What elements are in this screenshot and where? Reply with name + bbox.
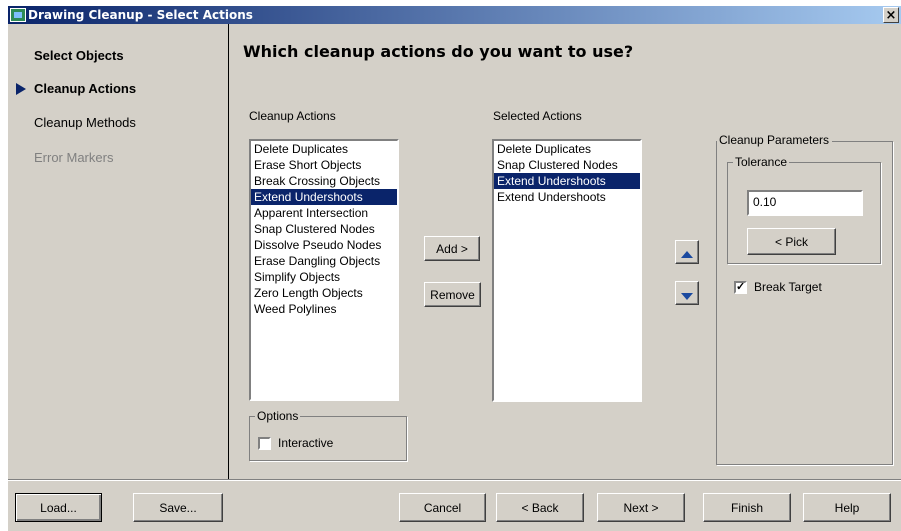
next-button[interactable]: Next >: [597, 493, 685, 522]
list-item[interactable]: Extend Undershoots: [251, 189, 397, 205]
help-button[interactable]: Help: [803, 493, 891, 522]
available-actions-label: Cleanup Actions: [249, 109, 336, 123]
drawing-cleanup-dialog: Drawing Cleanup - Select Actions × Selec…: [8, 6, 901, 531]
list-item[interactable]: Erase Short Objects: [251, 157, 397, 173]
list-item[interactable]: Erase Dangling Objects: [251, 253, 397, 269]
page-heading: Which cleanup actions do you want to use…: [243, 42, 634, 61]
break-target-label: Break Target: [754, 280, 822, 294]
tolerance-label: Tolerance: [733, 155, 790, 169]
title-bar: Drawing Cleanup - Select Actions ×: [8, 6, 901, 24]
footer-divider: [8, 479, 901, 481]
cancel-button[interactable]: Cancel: [399, 493, 486, 522]
step-cleanup-methods[interactable]: Cleanup Methods: [34, 115, 136, 130]
options-group: Options Interactive: [249, 409, 407, 461]
available-actions-list[interactable]: Delete Duplicates Erase Short Objects Brea…: [249, 139, 399, 401]
back-button[interactable]: < Back: [496, 493, 584, 522]
step-cleanup-actions[interactable]: Cleanup Actions: [34, 81, 136, 96]
finish-button[interactable]: Finish: [703, 493, 791, 522]
arrow-down-icon: [681, 292, 693, 300]
sidebar-divider: [228, 24, 229, 479]
remove-button[interactable]: Remove: [424, 282, 481, 307]
tolerance-input[interactable]: 0.10: [747, 190, 863, 216]
list-item[interactable]: Delete Duplicates: [494, 141, 640, 157]
options-group-label: Options: [255, 409, 301, 423]
list-item[interactable]: Extend Undershoots: [494, 173, 640, 189]
selected-actions-list[interactable]: Delete Duplicates Snap Clustered Nodes Ext…: [492, 139, 642, 402]
list-item[interactable]: Zero Length Objects: [251, 285, 397, 301]
list-item[interactable]: Simplify Objects: [251, 269, 397, 285]
selected-actions-label: Selected Actions: [493, 109, 582, 123]
move-down-button[interactable]: [675, 281, 699, 305]
list-item[interactable]: Break Crossing Objects: [251, 173, 397, 189]
step-select-objects[interactable]: Select Objects: [34, 48, 124, 63]
interactive-label: Interactive: [278, 436, 334, 450]
move-up-button[interactable]: [675, 240, 699, 264]
interactive-checkbox[interactable]: [258, 437, 271, 450]
window-title: Drawing Cleanup - Select Actions: [28, 8, 253, 22]
add-button[interactable]: Add >: [424, 236, 480, 261]
cleanup-parameters-label: Cleanup Parameters: [717, 133, 833, 147]
load-button[interactable]: Load...: [15, 493, 102, 522]
step-error-markers: Error Markers: [34, 150, 114, 165]
app-icon: [10, 8, 26, 22]
current-step-arrow-icon: [16, 83, 26, 95]
break-target-checkbox[interactable]: ✓: [734, 281, 747, 294]
pick-button[interactable]: < Pick: [747, 228, 836, 255]
list-item[interactable]: Snap Clustered Nodes: [251, 221, 397, 237]
close-icon[interactable]: ×: [883, 7, 899, 23]
cleanup-parameters-group: Cleanup Parameters Tolerance 0.10 < Pick…: [716, 133, 893, 465]
list-item[interactable]: Apparent Intersection: [251, 205, 397, 221]
list-item[interactable]: Weed Polylines: [251, 301, 397, 317]
save-button[interactable]: Save...: [133, 493, 223, 522]
arrow-up-icon: [681, 251, 693, 258]
list-item[interactable]: Delete Duplicates: [251, 141, 397, 157]
list-item[interactable]: Dissolve Pseudo Nodes: [251, 237, 397, 253]
wizard-steps-sidebar: Select Objects Cleanup Actions Cleanup M…: [8, 24, 228, 479]
list-item[interactable]: Snap Clustered Nodes: [494, 157, 640, 173]
list-item[interactable]: Extend Undershoots: [494, 189, 640, 205]
